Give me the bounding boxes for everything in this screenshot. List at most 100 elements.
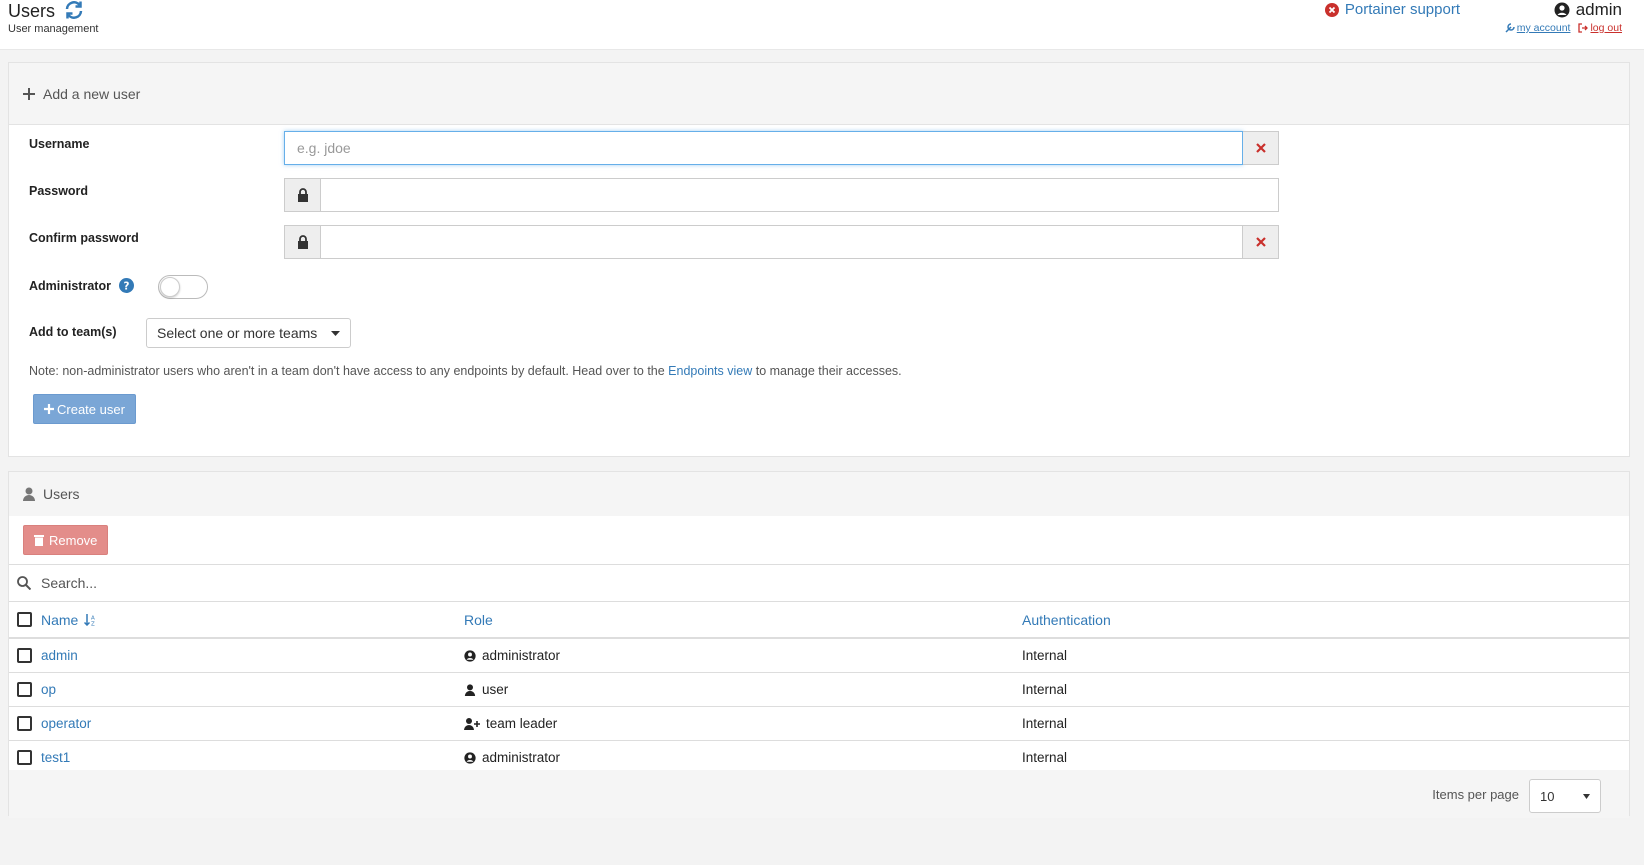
user-name-link[interactable]: admin <box>41 648 78 663</box>
page-subtitle: User management <box>8 23 99 35</box>
page-title: Users <box>8 1 56 21</box>
user-icon <box>23 487 35 501</box>
teams-label: Add to team(s) <box>29 325 117 339</box>
user-name-link[interactable]: test1 <box>41 750 70 765</box>
support-link[interactable]: Portainer support <box>1324 0 1460 20</box>
items-per-page-label: Items per page <box>1432 787 1519 802</box>
user-role-label: administrator <box>482 648 561 663</box>
search-icon <box>17 576 31 590</box>
username-label: admin <box>1575 0 1622 19</box>
teams-select-label: Select one or more teams <box>157 325 318 341</box>
current-user: admin <box>1554 0 1622 20</box>
confirm-password-input[interactable] <box>320 225 1243 259</box>
page-header: Users User management Portainer support … <box>0 0 1644 50</box>
username-row: Username <box>29 137 89 151</box>
sort-alpha-icon: AZ <box>84 613 95 626</box>
administrator-toggle[interactable] <box>158 275 208 299</box>
user-role-label: administrator <box>482 750 561 765</box>
password-group <box>284 178 1279 212</box>
trash-icon <box>34 535 44 546</box>
teams-select[interactable]: Select one or more teams <box>146 318 352 348</box>
my-account-link[interactable]: my account <box>1505 22 1571 34</box>
username-label: Username <box>29 137 90 151</box>
lock-icon <box>297 235 308 249</box>
password-row: Password <box>29 184 88 198</box>
user-plus-icon <box>464 717 480 730</box>
user-role-label: user <box>482 682 509 697</box>
remove-button[interactable]: Remove <box>23 525 109 555</box>
username-clear-button[interactable] <box>1243 131 1279 165</box>
user-circle-icon <box>1554 2 1570 18</box>
logout-link[interactable]: log out <box>1578 22 1622 34</box>
user-role-cell: team leader <box>464 707 557 740</box>
endpoints-view-link[interactable]: Endpoints view <box>668 364 752 378</box>
row-checkbox[interactable] <box>17 750 32 765</box>
select-all-cell <box>17 602 32 637</box>
row-checkbox[interactable] <box>17 648 32 663</box>
select-all-checkbox[interactable] <box>17 612 32 627</box>
user-circle-icon <box>464 751 476 764</box>
username-group <box>284 131 1279 165</box>
column-auth-label: Authentication <box>1022 611 1111 628</box>
account-links: my account log out <box>1505 22 1622 34</box>
svg-text:?: ? <box>123 280 129 292</box>
confirm-mismatch-indicator <box>1243 225 1279 259</box>
user-name-link[interactable]: operator <box>41 716 91 731</box>
add-user-title: Add a new user <box>43 85 141 102</box>
plus-icon <box>23 87 35 100</box>
table-row: operator team leader Internal <box>9 707 1629 741</box>
confirm-password-group <box>284 225 1279 259</box>
password-lock-addon <box>284 178 320 212</box>
confirm-password-row: Confirm password <box>29 231 139 245</box>
users-header: Users <box>9 472 1629 516</box>
support-label: Portainer support <box>1344 1 1460 18</box>
refresh-icon[interactable] <box>64 0 84 20</box>
row-checkbox[interactable] <box>17 716 32 731</box>
my-account-label: my account <box>1516 22 1571 34</box>
confirm-password-label: Confirm password <box>29 231 139 245</box>
note-text-after: to manage their accesses. <box>752 364 902 378</box>
close-icon <box>1255 237 1266 247</box>
user-name-cell: admin <box>41 639 78 672</box>
caret-down-icon <box>1583 793 1590 799</box>
table-header-row: Name AZ Role Authentication <box>9 602 1629 639</box>
help-icon[interactable]: ? <box>118 278 134 293</box>
items-per-page-select[interactable]: 10 <box>1529 779 1601 813</box>
create-user-button[interactable]: Create user <box>33 394 136 424</box>
password-label: Password <box>29 184 89 198</box>
table-row: admin administrator Internal <box>9 639 1629 673</box>
column-header-role[interactable]: Role <box>464 602 493 637</box>
table-footer: Items per page 10 <box>9 770 1629 818</box>
table-row: op user Internal <box>9 673 1629 707</box>
teams-row: Add to team(s) <box>29 325 117 339</box>
row-select-cell <box>17 639 32 672</box>
user-auth-cell: Internal <box>1022 682 1068 697</box>
lock-icon <box>297 188 308 202</box>
toggle-knob <box>160 277 180 297</box>
password-input[interactable] <box>320 178 1279 212</box>
caret-down-icon <box>331 330 341 336</box>
user-role-cell: administrator <box>464 639 560 672</box>
remove-label: Remove <box>49 532 98 548</box>
user-auth-cell: Internal <box>1022 716 1068 731</box>
svg-text:Z: Z <box>91 621 95 626</box>
search-input[interactable] <box>39 574 439 592</box>
column-header-authentication[interactable]: Authentication <box>1022 602 1111 637</box>
user-name-cell: operator <box>41 707 91 740</box>
user-name-link[interactable]: op <box>41 682 56 697</box>
wrench-icon <box>1505 23 1515 33</box>
users-table: Name AZ Role Authentication admin admini… <box>9 602 1629 775</box>
users-panel: Users Remove Name AZ Role Authentication <box>8 471 1630 818</box>
administrator-row: Administrator ? <box>29 278 134 293</box>
column-header-name[interactable]: Name AZ <box>41 602 96 637</box>
user-auth-cell: Internal <box>1022 648 1068 663</box>
add-user-panel: Add a new user Username Password Confirm… <box>8 62 1630 457</box>
teams-note: Note: non-administrator users who aren't… <box>29 364 902 378</box>
confirm-lock-addon <box>284 225 320 259</box>
username-input[interactable] <box>284 131 1243 165</box>
user-role-cell: user <box>464 673 508 706</box>
column-name-label: Name <box>41 611 79 628</box>
row-select-cell <box>17 707 32 740</box>
row-checkbox[interactable] <box>17 682 32 697</box>
close-icon <box>1255 143 1266 153</box>
